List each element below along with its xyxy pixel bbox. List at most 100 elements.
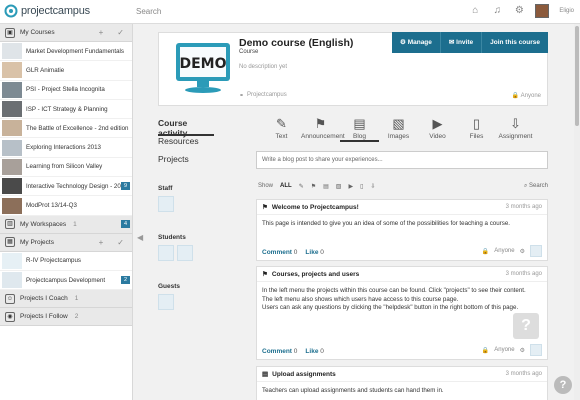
filter-show-label: Show [258, 183, 274, 189]
sidebar-item[interactable]: Market Development Fundamentals [0, 42, 132, 62]
bell-icon[interactable]: ♫ [491, 5, 503, 17]
filter-announcement-icon[interactable]: ⚑ [311, 183, 316, 190]
sidebar-item[interactable]: ISP - ICT Strategy & Planning [0, 100, 132, 120]
collapse-sidebar-icon[interactable]: ◀ [137, 233, 143, 242]
tab-label: Blog [352, 133, 366, 140]
post-time: 3 months ago [505, 271, 542, 277]
add-icon[interactable]: + [99, 28, 104, 37]
sidebar-item[interactable]: Exploring Interactions 2013 [0, 138, 132, 158]
avatar[interactable] [177, 245, 193, 261]
item-thumbnail [2, 120, 22, 137]
page-scrollbar[interactable] [574, 24, 580, 400]
images-icon: ▧ [392, 116, 405, 131]
tab-label: Images [387, 133, 410, 140]
gear-icon[interactable]: ⚙ [520, 248, 525, 255]
author-avatar[interactable] [530, 245, 542, 257]
sidebar-section-my-projects[interactable]: ▦ My Projects + ✓ [0, 233, 132, 252]
user-avatar[interactable] [535, 4, 550, 18]
visibility-label: 🔒 Anyone [512, 92, 541, 99]
home-icon[interactable]: ⌂ [469, 5, 481, 17]
nav-course-activity[interactable]: Course activity [158, 118, 214, 138]
activity-search[interactable]: ⌕ Search [524, 183, 548, 190]
gear-icon[interactable]: ⚙ [513, 5, 525, 17]
sidebar-item[interactable]: GLR Animatie [0, 61, 132, 81]
manage-label: Manage [407, 39, 432, 46]
sidebar-item[interactable]: ModProt 13/14-Q3 [0, 196, 132, 216]
user-name[interactable]: Eligio [559, 8, 574, 14]
avatar[interactable] [158, 294, 174, 310]
course-link[interactable]: ⚭ Projectcampus [239, 92, 287, 99]
help-icon: ? [513, 313, 539, 339]
section-label: Projects I Follow [20, 313, 68, 321]
item-thumbnail [2, 158, 22, 175]
comment-button[interactable]: Comment 0 [262, 348, 297, 355]
blog-post-input[interactable]: Write a blog post to share your experien… [256, 151, 548, 169]
files-icon: ▯ [472, 116, 481, 131]
post-paragraph: Users can ask any questions by clicking … [262, 304, 519, 311]
filter-video-icon[interactable]: ▶ [348, 183, 353, 190]
avatar[interactable] [158, 245, 174, 261]
link-label: Projectcampus [247, 92, 287, 98]
manage-button[interactable]: ⚙ Manage [392, 32, 441, 53]
helpdesk-button[interactable]: ? [554, 376, 572, 394]
post-title[interactable]: Courses, projects and users [272, 271, 359, 278]
add-icon[interactable]: + [99, 238, 104, 247]
sidebar-section-projects-i-coach[interactable]: ☺ Projects I Coach 1 [0, 290, 132, 309]
course-type: Course [239, 49, 259, 55]
filter-assignment-icon[interactable]: ⇩ [370, 183, 375, 190]
avatar[interactable] [158, 196, 174, 212]
announcement-icon: ⚑ [262, 271, 268, 278]
course-actions: ⚙ Manage ✉ Invite Join this course [392, 32, 548, 53]
tab-blog[interactable]: ▤ Blog [340, 116, 379, 142]
sidebar-section-my-courses[interactable]: ▣ My Courses + ✓ [0, 24, 132, 42]
item-thumbnail [2, 272, 22, 289]
check-icon[interactable]: ✓ [117, 28, 124, 37]
tab-text[interactable]: ✎ Text [262, 116, 301, 142]
post-paragraph: The left menu also shows which users hav… [262, 295, 459, 303]
invite-button[interactable]: ✉ Invite [441, 32, 483, 53]
tab-images[interactable]: ▧ Images [379, 116, 418, 142]
tab-announcement[interactable]: ⚑ Announcement [301, 116, 345, 142]
item-thumbnail [2, 178, 22, 195]
tab-assignment[interactable]: ⇩ Assignment [496, 116, 535, 142]
scrollbar-thumb[interactable] [575, 26, 579, 126]
global-search-input[interactable]: Search [136, 5, 436, 19]
tab-video[interactable]: ▶ Video [418, 116, 457, 142]
like-button[interactable]: Like 0 [305, 249, 323, 256]
join-course-button[interactable]: Join this course [482, 32, 548, 53]
like-button[interactable]: Like 0 [305, 348, 323, 355]
sidebar-item-label: ISP - ICT Strategy & Planning [26, 105, 108, 113]
eye-icon: ◉ [5, 311, 15, 322]
brand-logo[interactable]: projectcampus [4, 4, 90, 18]
tab-files[interactable]: ▯ Files [457, 116, 496, 142]
logo-icon [4, 4, 18, 18]
post-title[interactable]: Welcome to Projectcampus! [272, 204, 359, 211]
sidebar-item-label: Market Development Fundamentals [26, 47, 125, 55]
course-title: Demo course (English) [239, 37, 354, 49]
nav-resources[interactable]: Resources [158, 136, 248, 154]
check-icon[interactable]: ✓ [117, 238, 124, 247]
nav-projects[interactable]: Projects [158, 154, 248, 172]
sidebar-item[interactable]: R-IV Projectcampus [0, 252, 132, 271]
author-avatar[interactable] [530, 344, 542, 356]
search-icon: ⌕ [523, 182, 528, 189]
sidebar-item[interactable]: Learning from Silicon Valley [0, 158, 132, 178]
filter-images-icon[interactable]: ▧ [336, 183, 342, 190]
sidebar-item[interactable]: Interactive Technology Design - 2014 9 [0, 177, 132, 197]
sidebar-section-projects-i-follow[interactable]: ◉ Projects I Follow 2 [0, 308, 132, 327]
like-label: Like [305, 348, 319, 355]
filter-files-icon[interactable]: ▯ [360, 183, 363, 190]
filter-text-icon[interactable]: ✎ [299, 183, 304, 190]
sidebar-section-my-workspaces[interactable]: ▥ My Workspaces 1 4 [0, 215, 132, 234]
comment-button[interactable]: Comment 0 [262, 249, 297, 256]
filter-blog-icon[interactable]: ▤ [323, 183, 329, 190]
sidebar-item[interactable]: The Battle of Excellence - 2nd edition [0, 119, 132, 139]
post-title[interactable]: Upload assignments [272, 371, 336, 378]
sidebar-item[interactable]: PSI - Project Stella Incognita [0, 81, 132, 100]
sidebar-item[interactable]: Projectcampus Development 2 [0, 271, 132, 291]
lock-icon: 🔒 [511, 93, 520, 99]
post-paragraph: Teachers can upload assignments and stud… [262, 387, 444, 394]
post-type-tabs: ✎ Text ⚑ Announcement ▤ Blog ▧ Images ▶ Video ▯ Fil… [262, 116, 535, 142]
filter-all[interactable]: ALL [280, 183, 292, 189]
gear-icon[interactable]: ⚙ [520, 347, 525, 354]
